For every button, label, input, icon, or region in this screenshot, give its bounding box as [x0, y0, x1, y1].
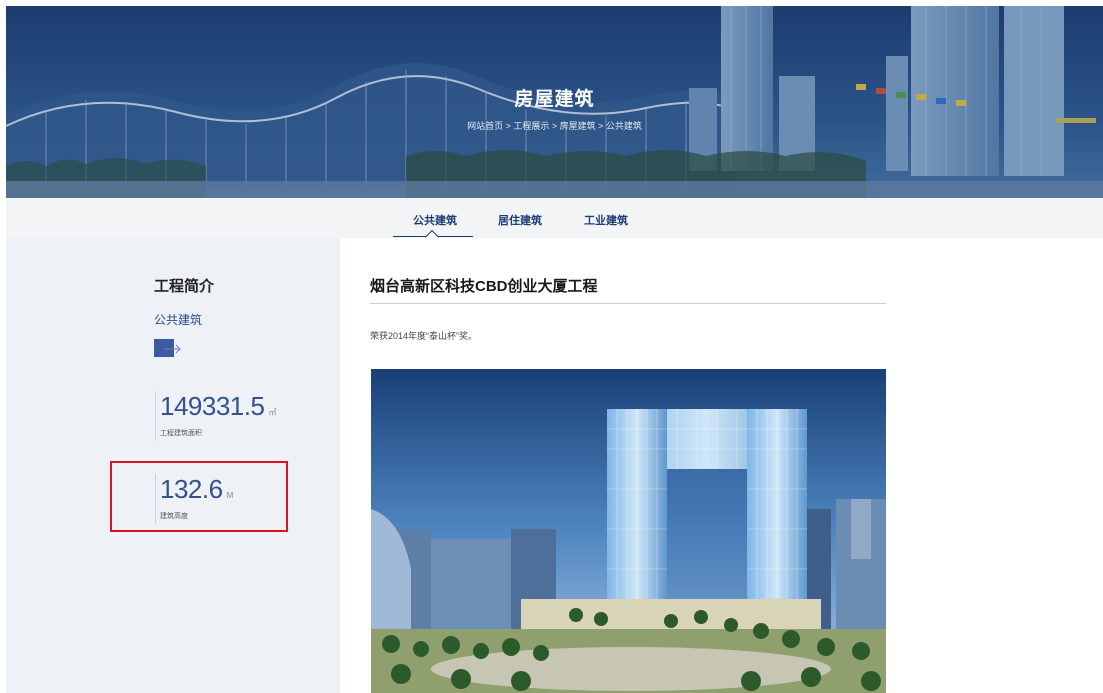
hero-banner: 房屋建筑 网站首页 > 工程展示 > 房屋建筑 > 公共建筑 — [6, 6, 1103, 198]
sidebar-title: 工程简介 — [154, 278, 215, 295]
project-title: 烟台高新区科技CBD创业大厦工程 — [370, 278, 598, 295]
tab-residential-buildings[interactable]: 居住建筑 — [498, 212, 542, 228]
arrow-right-icon[interactable] — [154, 339, 184, 357]
page: 房屋建筑 网站首页 > 工程展示 > 房屋建筑 > 公共建筑 公共建筑 居住建筑… — [0, 0, 1103, 693]
stat-building-area-unit: ㎡ — [268, 408, 277, 417]
stat-building-area: 149331.5 ㎡ 工程建筑面积 — [155, 391, 276, 441]
stat-building-area-value: 149331.5 — [160, 391, 265, 421]
project-photo — [371, 369, 886, 693]
sidebar-category: 公共建筑 — [154, 313, 203, 327]
title-divider — [370, 303, 886, 304]
page-title: 房屋建筑 — [514, 89, 595, 110]
project-award-text: 荣获2014年度“泰山杯”奖。 — [370, 331, 478, 341]
highlight-box — [110, 461, 288, 532]
category-tab-bar — [6, 198, 1103, 238]
breadcrumb[interactable]: 网站首页 > 工程展示 > 房屋建筑 > 公共建筑 — [6, 119, 1103, 132]
stat-building-area-label: 工程建筑面积 — [160, 430, 202, 437]
tab-public-buildings[interactable]: 公共建筑 — [413, 212, 457, 228]
tab-industrial-buildings[interactable]: 工业建筑 — [584, 212, 628, 228]
